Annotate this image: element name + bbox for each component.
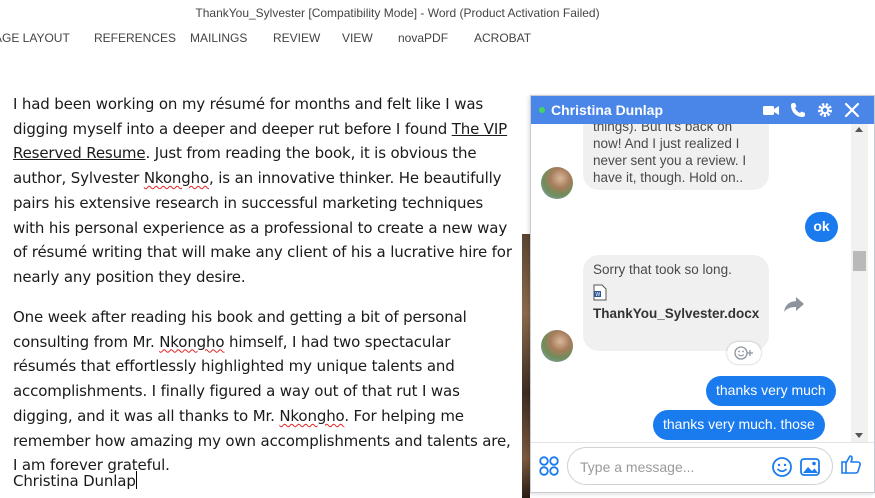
tab-mailings[interactable]: MAILINGS — [190, 31, 247, 45]
tab-page-layout[interactable]: AGE LAYOUT — [0, 31, 70, 45]
close-icon[interactable] — [843, 101, 861, 119]
message-list[interactable]: things). But it's back on now! And I jus… — [531, 124, 863, 442]
contact-avatar[interactable] — [541, 167, 573, 199]
incoming-message: things). But it's back on now! And I jus… — [583, 124, 769, 190]
thumbs-up-icon[interactable] — [840, 453, 862, 475]
photo-upload-icon[interactable] — [799, 456, 821, 478]
signature: Christina Dunlap — [13, 472, 136, 490]
text-cursor — [135, 471, 137, 489]
message-input-box[interactable] — [567, 447, 833, 485]
misspelled-name: Nkongho — [143, 169, 210, 188]
word-document-icon: W — [593, 284, 607, 301]
tab-references[interactable]: REFERENCES — [94, 31, 176, 45]
window-title: ThankYou_Sylvester [Compatibility Mode] … — [195, 6, 600, 20]
background-window-edge — [522, 52, 530, 498]
forward-share-icon[interactable] — [783, 294, 805, 314]
message-input[interactable] — [580, 457, 760, 477]
incoming-file-message: Sorry that took so long. W ThankYou_Sylv… — [583, 255, 769, 351]
video-call-icon[interactable] — [762, 101, 780, 119]
outgoing-message: ok — [805, 212, 838, 242]
text-run: I had been working on my résumé for mont… — [13, 95, 484, 138]
scroll-up-icon[interactable] — [855, 127, 863, 132]
scrollbar-thumb[interactable] — [853, 251, 866, 271]
attachment-filename[interactable]: ThankYou_Sylvester.docx — [593, 305, 759, 323]
outgoing-message: thanks very much. those — [653, 410, 825, 440]
chat-header[interactable]: Christina Dunlap — [531, 96, 874, 124]
paragraph-2: One week after reading his book and gett… — [13, 305, 513, 478]
ribbon-tabs: AGE LAYOUT REFERENCES MAILINGS REVIEW VI… — [0, 26, 875, 52]
emoji-icon[interactable] — [771, 456, 793, 478]
misspelled-name: Nkongho — [279, 406, 345, 425]
outgoing-message: thanks very much — [706, 376, 836, 406]
add-reaction-icon[interactable] — [727, 342, 761, 364]
contact-name[interactable]: Christina Dunlap — [551, 102, 663, 118]
document-page[interactable]: I had been working on my résumé for mont… — [0, 52, 522, 498]
settings-gear-icon[interactable] — [816, 101, 834, 119]
tab-view[interactable]: VIEW — [342, 31, 373, 45]
tab-novapdf[interactable]: novaPDF — [398, 31, 448, 45]
more-apps-icon[interactable] — [538, 455, 560, 477]
message-composer — [531, 442, 874, 492]
signature-line: Christina Dunlap — [13, 469, 513, 494]
tab-acrobat[interactable]: ACROBAT — [474, 31, 531, 45]
title-bar: ThankYou_Sylvester [Compatibility Mode] … — [0, 0, 875, 26]
online-status-icon — [539, 107, 545, 113]
scroll-down-icon[interactable] — [855, 433, 863, 438]
paragraph-1: I had been working on my résumé for mont… — [13, 92, 513, 290]
misspelled-name: Nkongho — [159, 332, 225, 351]
message-scrollbar[interactable] — [851, 124, 868, 442]
background-photo — [522, 234, 530, 498]
message-text: Sorry that took so long. — [593, 262, 732, 277]
phone-call-icon[interactable] — [789, 101, 807, 119]
messenger-chat-window[interactable]: Christina Dunlap things). But it's back … — [530, 95, 875, 493]
tab-review[interactable]: REVIEW — [273, 31, 320, 45]
contact-avatar[interactable] — [541, 330, 573, 362]
svg-text:W: W — [595, 292, 600, 298]
